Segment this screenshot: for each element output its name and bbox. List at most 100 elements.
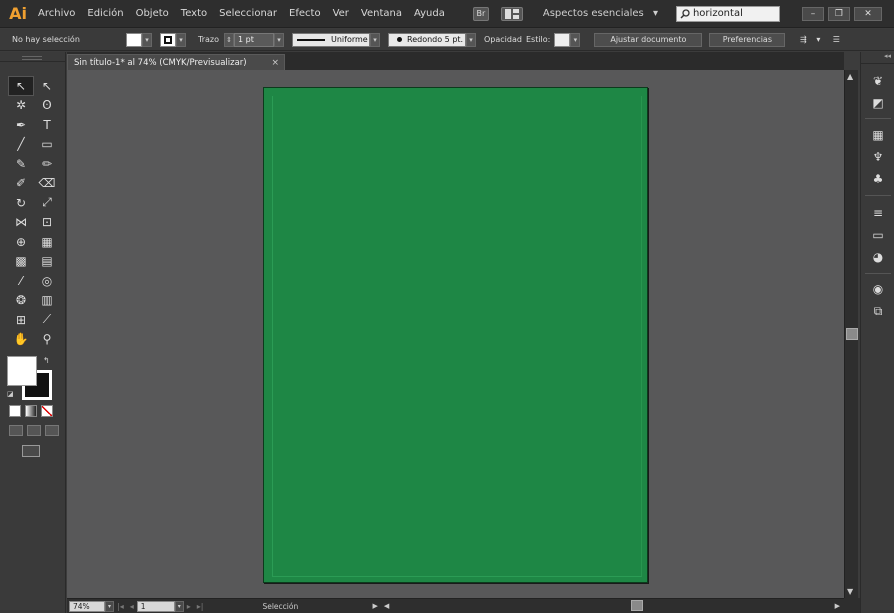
transparency-icon[interactable]: ◕ bbox=[870, 250, 886, 264]
default-colors-icon[interactable]: ◪ bbox=[7, 390, 17, 400]
stroke-weight-field[interactable]: 1 pt bbox=[234, 32, 274, 47]
close-icon[interactable]: × bbox=[271, 58, 279, 68]
lasso-tool[interactable]: ʘ bbox=[34, 96, 60, 116]
zoom-dropdown[interactable]: ▾ bbox=[105, 600, 114, 612]
tools-panel-grip[interactable] bbox=[0, 52, 65, 62]
menu-ventana[interactable]: Ventana bbox=[355, 8, 408, 19]
fill-dropdown-arrow[interactable]: ▾ bbox=[142, 32, 152, 47]
eyedropper-tool[interactable]: ⁄ bbox=[8, 271, 34, 291]
draw-behind-icon[interactable] bbox=[27, 425, 41, 436]
menu-texto[interactable]: Texto bbox=[175, 8, 213, 19]
menu-objeto[interactable]: Objeto bbox=[130, 8, 175, 19]
symbols-icon[interactable]: ♣ bbox=[870, 172, 886, 186]
gradient-mode-icon[interactable] bbox=[25, 405, 37, 417]
screen-mode-icon[interactable] bbox=[22, 445, 40, 457]
stroke-icon[interactable]: ≡ bbox=[870, 206, 886, 220]
symbol-sprayer-tool[interactable]: ❂ bbox=[8, 291, 34, 311]
hand-tool[interactable]: ✋ bbox=[8, 330, 34, 350]
stroke-profile-dropdown[interactable]: ▾ bbox=[370, 32, 380, 47]
document-tab[interactable]: Sin título-1* al 74% (CMYK/Previsualizar… bbox=[67, 54, 285, 70]
artboard-number-field[interactable]: 1 bbox=[136, 600, 175, 612]
close-button[interactable]: ✕ bbox=[853, 6, 882, 21]
zoom-tool[interactable]: ⚲ bbox=[34, 330, 60, 350]
rotate-tool[interactable]: ↻ bbox=[8, 193, 34, 213]
direct-selection-tool[interactable]: ↖ bbox=[34, 76, 60, 96]
vertical-scroll-thumb[interactable] bbox=[846, 328, 858, 340]
shape-builder-tool[interactable]: ⊕ bbox=[8, 232, 34, 252]
panel-menu-icon[interactable]: ☰ bbox=[829, 33, 843, 47]
brush-dropdown[interactable]: ▾ bbox=[466, 32, 476, 47]
vertical-scrollbar[interactable]: ▲ ▼ bbox=[844, 70, 858, 598]
opacity-label[interactable]: Opacidad bbox=[484, 35, 522, 44]
prev-artboard-icon[interactable]: ◂ bbox=[130, 602, 134, 611]
menu-edicion[interactable]: Edición bbox=[81, 8, 129, 19]
search-input[interactable]: horizontal bbox=[675, 5, 780, 22]
arrange-documents-icon[interactable] bbox=[500, 6, 523, 21]
stroke-dropdown-arrow[interactable]: ▾ bbox=[176, 32, 186, 47]
graphic-style-swatch[interactable] bbox=[554, 32, 571, 47]
restore-button[interactable]: ❐ bbox=[827, 6, 850, 21]
artboard[interactable] bbox=[263, 87, 648, 583]
status-menu-arrow[interactable]: ▶ bbox=[372, 602, 377, 610]
scroll-right-icon[interactable]: ▶ bbox=[835, 602, 840, 610]
scale-tool[interactable]: ⤢ bbox=[34, 193, 60, 213]
swap-fill-stroke-icon[interactable]: ↰ bbox=[43, 356, 50, 365]
brushes-icon[interactable]: ♆ bbox=[870, 150, 886, 164]
first-artboard-icon[interactable]: |◂ bbox=[117, 602, 124, 611]
artboard-tool[interactable]: ⊞ bbox=[8, 310, 34, 330]
eraser-tool[interactable]: ⌫ bbox=[34, 174, 60, 194]
selection-tool[interactable]: ↖ bbox=[8, 76, 34, 96]
swatches-icon[interactable]: ▦ bbox=[870, 128, 886, 142]
graphic-styles-icon[interactable]: ⧉ bbox=[870, 304, 886, 318]
gradient-icon[interactable]: ▭ bbox=[870, 228, 886, 242]
bridge-icon[interactable]: Br bbox=[472, 6, 489, 21]
menu-efecto[interactable]: Efecto bbox=[283, 8, 327, 19]
workspace-switcher[interactable]: Aspectos esenciales ▾ bbox=[543, 8, 658, 19]
panel-dock-grip[interactable]: ◂◂ bbox=[861, 52, 894, 64]
artboard-dropdown[interactable]: ▾ bbox=[174, 600, 184, 612]
canvas-area[interactable] bbox=[67, 70, 844, 598]
scroll-left-icon[interactable]: ◀ bbox=[384, 602, 389, 610]
appearance-icon[interactable]: ◉ bbox=[870, 282, 886, 296]
stroke-profile-field[interactable]: Uniforme bbox=[292, 32, 370, 47]
type-tool[interactable]: T bbox=[34, 115, 60, 135]
stroke-label[interactable]: Trazo bbox=[198, 35, 219, 44]
last-artboard-icon[interactable]: ▸| bbox=[197, 602, 204, 611]
rectangle-tool[interactable]: ▭ bbox=[34, 135, 60, 155]
chevron-down-icon[interactable]: ▾ bbox=[813, 33, 823, 47]
fit-document-button[interactable]: Ajustar documento bbox=[594, 32, 703, 47]
blend-tool[interactable]: ◎ bbox=[34, 271, 60, 291]
pen-tool[interactable]: ✒ bbox=[8, 115, 34, 135]
stroke-weight-dropdown[interactable]: ▾ bbox=[274, 32, 284, 47]
menu-seleccionar[interactable]: Seleccionar bbox=[213, 8, 283, 19]
width-tool[interactable]: ⋈ bbox=[8, 213, 34, 233]
color-guide-icon[interactable]: ❦ bbox=[870, 74, 886, 88]
brush-definition-field[interactable]: Redondo 5 pt. bbox=[388, 32, 466, 47]
menu-ayuda[interactable]: Ayuda bbox=[408, 8, 451, 19]
magic-wand-tool[interactable]: ✲ bbox=[8, 96, 34, 116]
draw-normal-icon[interactable] bbox=[9, 425, 23, 436]
perspective-grid-tool[interactable]: ▦ bbox=[34, 232, 60, 252]
horizontal-scroll-thumb[interactable] bbox=[631, 600, 643, 611]
next-artboard-icon[interactable]: ▸ bbox=[187, 602, 191, 611]
fill-color-swatch[interactable] bbox=[126, 32, 142, 47]
blob-brush-tool[interactable]: ✐ bbox=[8, 174, 34, 194]
color-mode-icon[interactable] bbox=[9, 405, 21, 417]
slice-tool[interactable]: ⟋ bbox=[34, 310, 60, 330]
minimize-button[interactable]: – bbox=[801, 6, 824, 21]
paintbrush-tool[interactable]: ✎ bbox=[8, 154, 34, 174]
menu-ver[interactable]: Ver bbox=[327, 8, 355, 19]
arrange-icon[interactable]: ⇶ bbox=[793, 33, 813, 47]
draw-inside-icon[interactable] bbox=[45, 425, 59, 436]
scroll-up-icon[interactable]: ▲ bbox=[847, 72, 853, 81]
preferences-button[interactable]: Preferencias bbox=[709, 32, 786, 47]
color-icon[interactable]: ◩ bbox=[870, 96, 886, 110]
stroke-color-swatch[interactable] bbox=[160, 32, 176, 47]
gradient-tool[interactable]: ▤ bbox=[34, 252, 60, 272]
none-mode-icon[interactable] bbox=[41, 405, 53, 417]
menu-archivo[interactable]: Archivo bbox=[32, 8, 81, 19]
free-transform-tool[interactable]: ⊡ bbox=[34, 213, 60, 233]
graphic-style-dropdown[interactable]: ▾ bbox=[570, 32, 581, 47]
pencil-tool[interactable]: ✏ bbox=[34, 154, 60, 174]
fill-color-box[interactable] bbox=[7, 356, 37, 386]
